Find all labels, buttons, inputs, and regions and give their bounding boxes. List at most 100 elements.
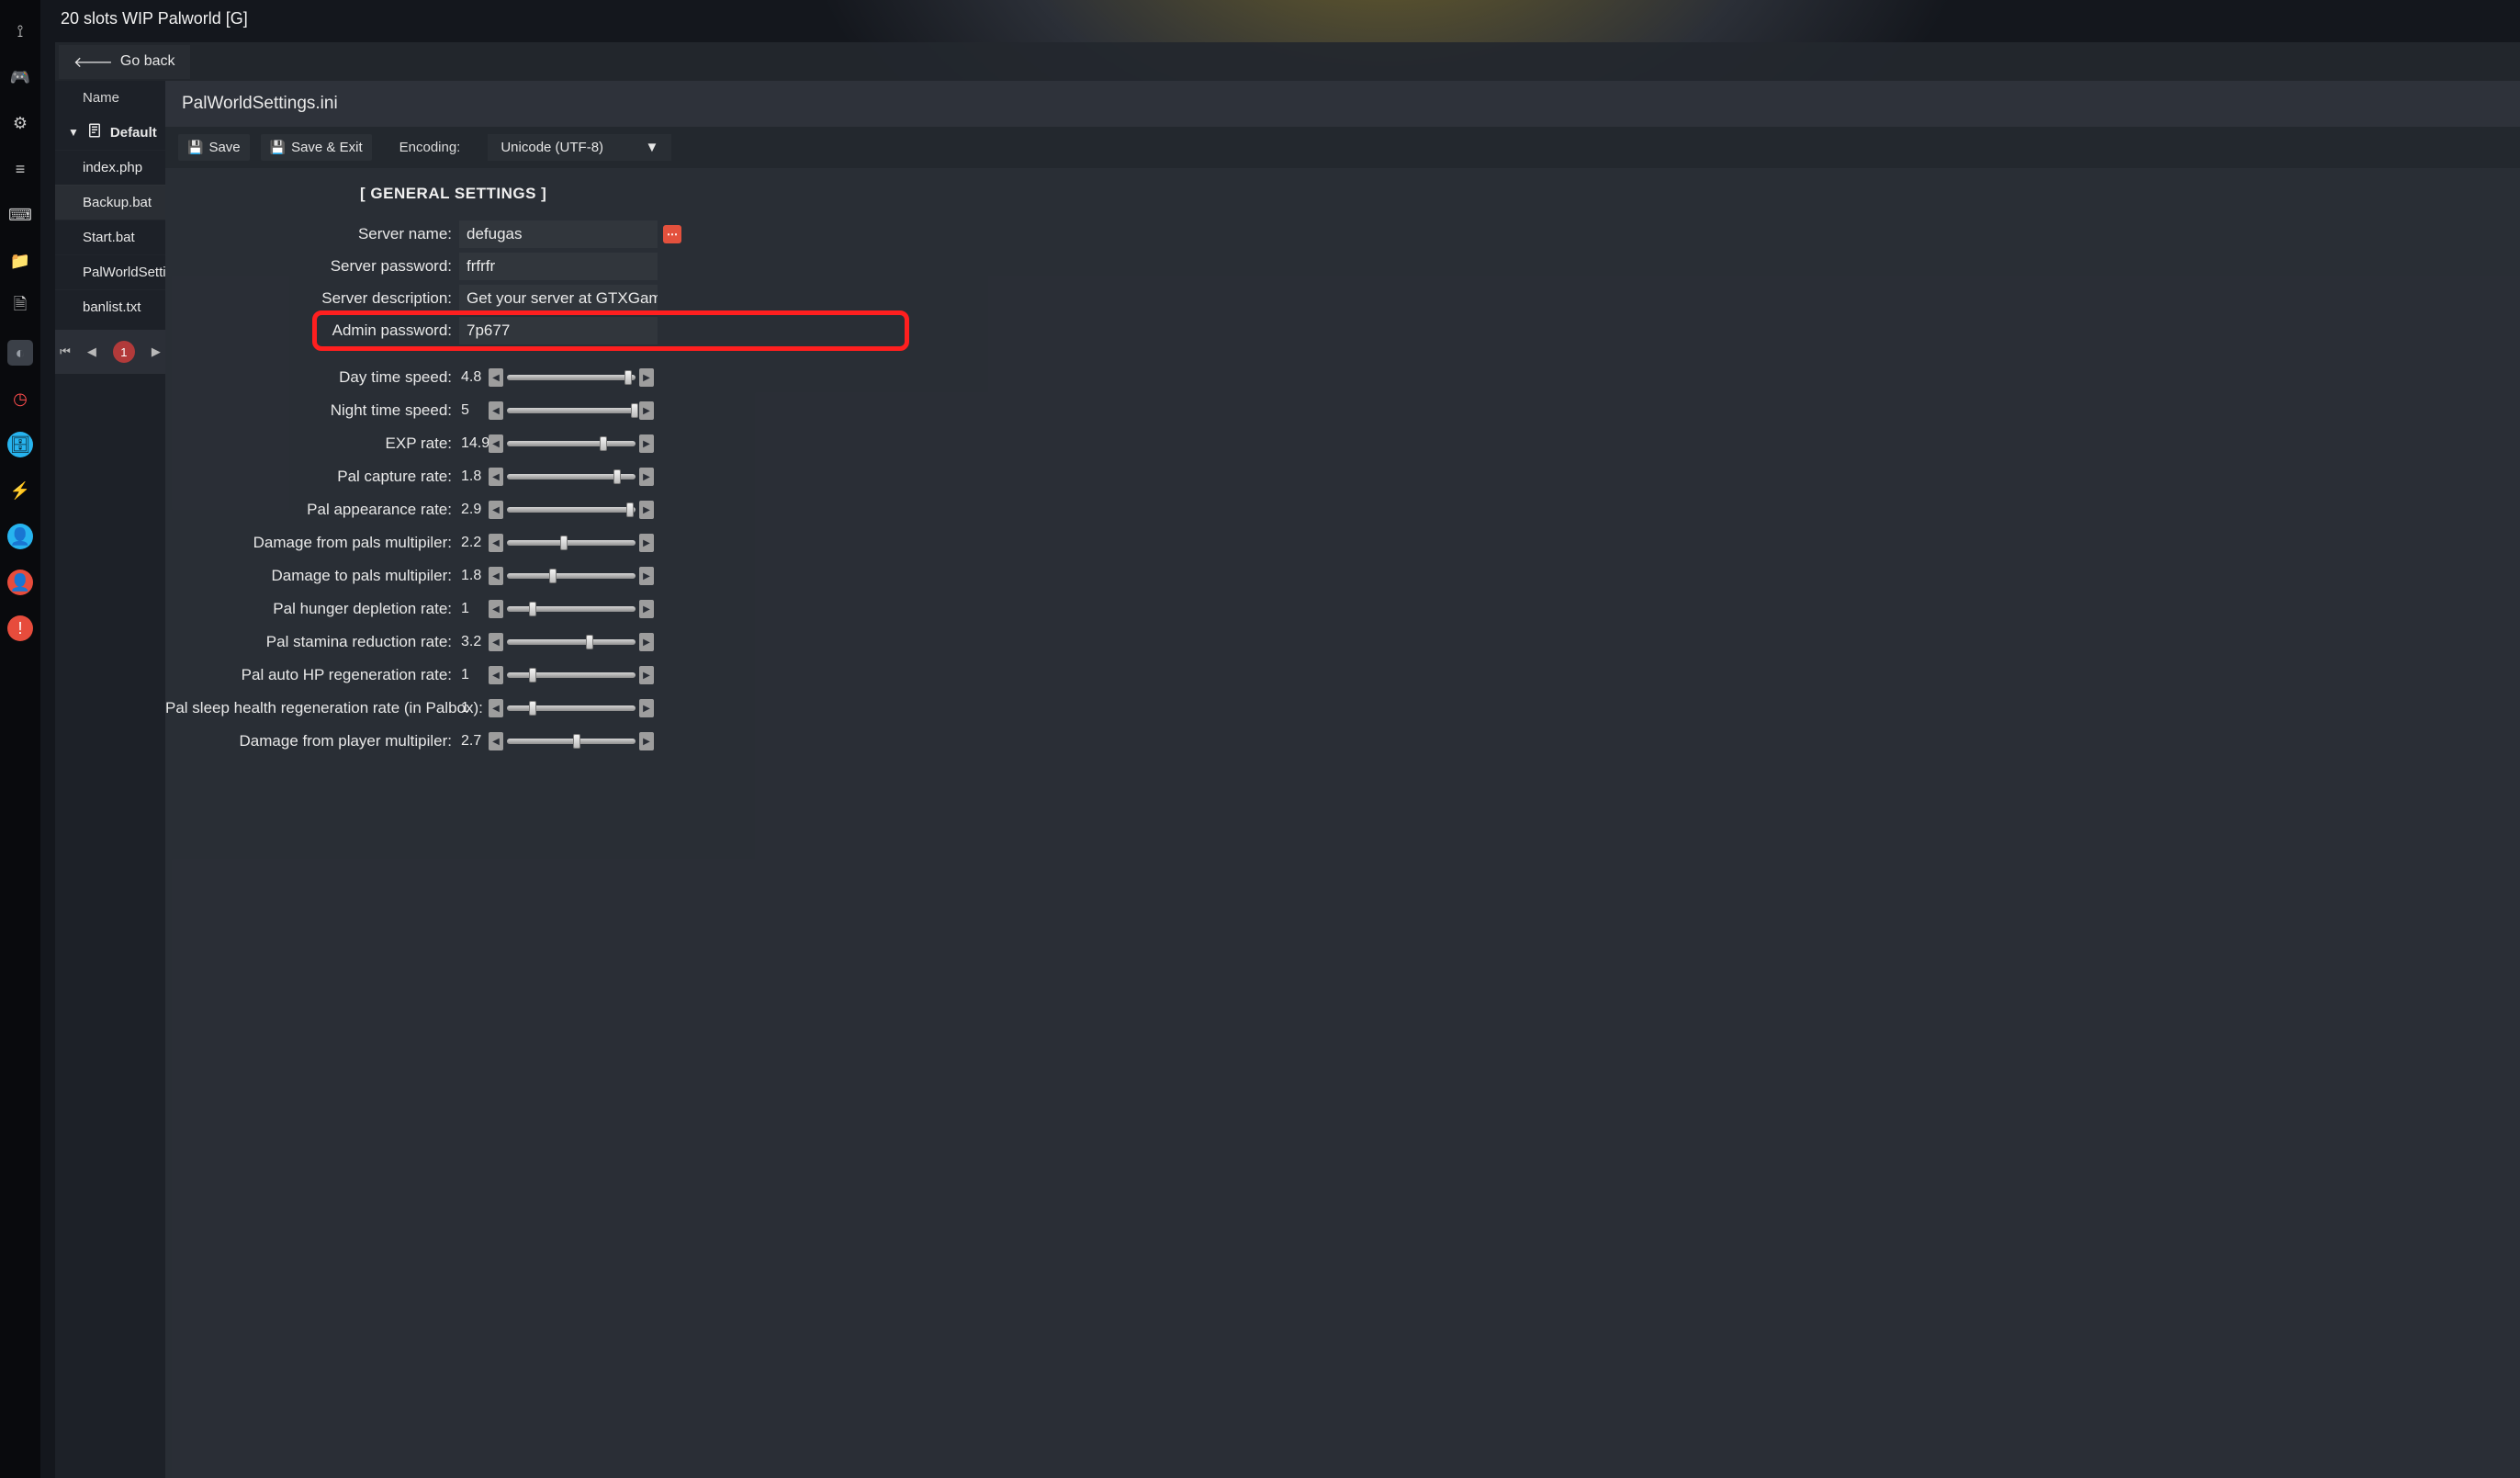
slider-increment-button[interactable]: ▶: [639, 600, 654, 618]
slider-setting-row: EXP rate:14.9◀▶: [165, 429, 2520, 458]
save-exit-floppy-icon: 💾: [270, 140, 286, 155]
slider-thumb[interactable]: [586, 635, 593, 649]
slider-decrement-button[interactable]: ◀: [489, 633, 503, 651]
slider-decrement-button[interactable]: ◀: [489, 468, 503, 486]
file-item[interactable]: Start.bat: [55, 220, 165, 254]
slider-setting-row: Pal appearance rate:2.9◀▶: [165, 495, 2520, 525]
setting-label: Server name:: [165, 225, 459, 243]
slider-thumb[interactable]: [529, 701, 536, 716]
slider-decrement-button[interactable]: ◀: [489, 434, 503, 453]
file-item[interactable]: banlist.txt: [55, 289, 165, 324]
slider-thumb[interactable]: [624, 370, 632, 385]
slider-thumb[interactable]: [529, 602, 536, 616]
setting-input[interactable]: frfrfr: [459, 253, 658, 280]
file-item[interactable]: index.php: [55, 150, 165, 185]
slider-thumb[interactable]: [573, 734, 580, 749]
slider-increment-button[interactable]: ▶: [639, 567, 654, 585]
slider-track[interactable]: [507, 441, 636, 446]
folder-default[interactable]: ▼ Default: [55, 115, 165, 150]
file-item[interactable]: PalWorldSettin: [55, 254, 165, 289]
slider-increment-button[interactable]: ▶: [639, 501, 654, 519]
slider-thumb[interactable]: [631, 403, 638, 418]
steam-icon[interactable]: ◐: [7, 340, 33, 366]
encoding-select[interactable]: Unicode (UTF-8) ▼: [488, 134, 671, 161]
setting-input[interactable]: Get your server at GTXGaming.c: [459, 285, 658, 312]
slider-decrement-button[interactable]: ◀: [489, 732, 503, 750]
file-item[interactable]: Backup.bat: [55, 185, 165, 220]
setting-label: Damage from pals multipiler:: [165, 534, 459, 552]
encoding-value: Unicode (UTF-8): [501, 140, 603, 155]
slider-track[interactable]: [507, 408, 636, 413]
slider-track[interactable]: [507, 573, 636, 579]
slider-track[interactable]: [507, 507, 636, 513]
pin-icon[interactable]: ⟟: [7, 18, 33, 44]
slider-decrement-button[interactable]: ◀: [489, 567, 503, 585]
slider-increment-button[interactable]: ▶: [639, 534, 654, 552]
slider-track[interactable]: [507, 474, 636, 480]
pager-prev-icon[interactable]: ◀: [87, 344, 96, 359]
pager-first-icon[interactable]: ⏮: [60, 344, 71, 359]
slider-decrement-button[interactable]: ◀: [489, 401, 503, 420]
slider-increment-button[interactable]: ▶: [639, 633, 654, 651]
gamepad-icon[interactable]: 🎮: [7, 64, 33, 90]
text-setting-row: Server name:defugas ⋯: [165, 220, 2520, 249]
file-sidebar: Name ▼ Default index.phpBackup.batStart.…: [55, 81, 165, 1478]
slider-thumb[interactable]: [549, 569, 557, 583]
slider-track[interactable]: [507, 606, 636, 612]
slider-value: 4.8: [459, 369, 489, 386]
slider-increment-button[interactable]: ▶: [639, 368, 654, 387]
gear-icon[interactable]: ⚙: [7, 110, 33, 136]
slider-thumb[interactable]: [613, 469, 621, 484]
slider-decrement-button[interactable]: ◀: [489, 534, 503, 552]
setting-label: Night time speed:: [165, 401, 459, 420]
pager-next-icon[interactable]: ▶: [152, 344, 161, 359]
slider-track[interactable]: [507, 540, 636, 546]
slider-track[interactable]: [507, 639, 636, 645]
sliders-icon[interactable]: ≡: [7, 156, 33, 182]
slider-track[interactable]: [507, 739, 636, 744]
slider-thumb[interactable]: [529, 668, 536, 683]
save-button[interactable]: 💾 Save: [178, 134, 250, 161]
warning-icon[interactable]: !: [7, 615, 33, 641]
editor-toolbar: 💾 Save 💾 Save & Exit Encoding: Unicode (…: [165, 127, 2520, 168]
setting-input[interactable]: defugas: [459, 220, 658, 248]
go-back-label: Go back: [120, 53, 175, 70]
settings-form: [ GENERAL SETTINGS ] Server name:defugas…: [165, 168, 2520, 1478]
slider-thumb[interactable]: [560, 536, 568, 550]
slider-increment-button[interactable]: ▶: [639, 434, 654, 453]
file-plus-icon[interactable]: 🗎: [7, 294, 33, 320]
keyboard-icon[interactable]: ⌨: [7, 202, 33, 228]
slider-increment-button[interactable]: ▶: [639, 699, 654, 717]
slider-increment-button[interactable]: ▶: [639, 732, 654, 750]
slider-increment-button[interactable]: ▶: [639, 666, 654, 684]
slider-increment-button[interactable]: ▶: [639, 401, 654, 420]
field-action-button[interactable]: ⋯: [663, 225, 681, 243]
slider-decrement-button[interactable]: ◀: [489, 368, 503, 387]
slider-thumb[interactable]: [600, 436, 607, 451]
slider-decrement-button[interactable]: ◀: [489, 699, 503, 717]
folder-icon[interactable]: 📁: [7, 248, 33, 274]
slider-increment-button[interactable]: ▶: [639, 468, 654, 486]
go-back-button[interactable]: 🡐 Go back: [59, 45, 190, 79]
save-exit-button[interactable]: 💾 Save & Exit: [261, 134, 372, 161]
slider-decrement-button[interactable]: ◀: [489, 501, 503, 519]
slider-track[interactable]: [507, 705, 636, 711]
slider-decrement-button[interactable]: ◀: [489, 666, 503, 684]
goback-row: 🡐 Go back: [55, 42, 2520, 81]
slider-value: 2.7: [459, 733, 489, 750]
database-icon[interactable]: 🗄: [7, 432, 33, 457]
clock-icon[interactable]: ◷: [7, 386, 33, 412]
slider-thumb[interactable]: [626, 502, 634, 517]
top-bar: 20 slots WIP Palworld [G]: [40, 0, 2520, 37]
user-circle-icon[interactable]: 👤: [7, 524, 33, 549]
slider-value: 2.9: [459, 502, 489, 518]
bolt-icon[interactable]: ⚡: [7, 478, 33, 503]
slider-track[interactable]: [507, 672, 636, 678]
slider-decrement-button[interactable]: ◀: [489, 600, 503, 618]
main-panel: 🡐 Go back Name ▼ Default index.phpBackup…: [55, 42, 2520, 1478]
slider-setting-row: Pal sleep health regeneration rate (in P…: [165, 694, 2520, 723]
slider-setting-row: Pal capture rate:1.8◀▶: [165, 462, 2520, 491]
user-alert-icon[interactable]: 👤: [7, 570, 33, 595]
slider-track[interactable]: [507, 375, 636, 380]
setting-input[interactable]: 7p677: [459, 317, 658, 344]
